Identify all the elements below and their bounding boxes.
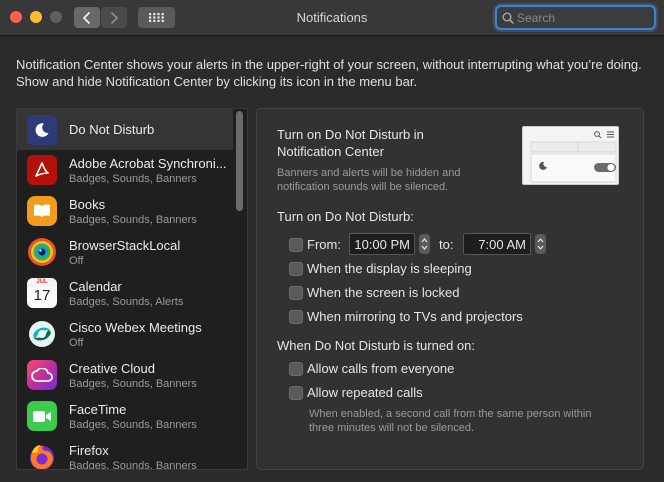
- forward-button[interactable]: [101, 7, 127, 28]
- close-window-button[interactable]: [10, 11, 22, 23]
- display-sleeping-label: When the display is sleeping: [307, 261, 472, 276]
- search-icon: [502, 12, 514, 24]
- app-notification-style: Badges, Sounds, Banners: [69, 378, 197, 390]
- allow-calls-everyone-label: Allow calls from everyone: [307, 361, 455, 376]
- list-item-cisco-webex[interactable]: Cisco Webex Meetings Off: [17, 314, 233, 355]
- title-bar: Notifications: [0, 0, 664, 36]
- list-item-browserstacklocal[interactable]: BrowserStackLocal Off: [17, 232, 233, 273]
- app-name: Books: [69, 197, 106, 212]
- allow-repeated-calls-checkbox[interactable]: [289, 386, 303, 400]
- from-checkbox[interactable]: [289, 238, 303, 252]
- list-scrollbar[interactable]: [235, 111, 244, 467]
- display-sleeping-checkbox[interactable]: [289, 262, 303, 276]
- facetime-icon: [27, 401, 57, 431]
- chevron-left-icon: [83, 11, 90, 24]
- books-icon: [27, 196, 57, 226]
- description-text: Notification Center shows your alerts in…: [16, 57, 642, 89]
- list-item-firefox[interactable]: Firefox Badges, Sounds, Banners: [17, 437, 233, 470]
- nc-toggle-title-line2: Notification Center: [277, 144, 384, 159]
- from-time-field[interactable]: 10:00 PM: [349, 233, 415, 255]
- app-name: Do Not Disturb: [69, 122, 155, 137]
- acrobat-icon: [27, 155, 57, 185]
- app-name: FaceTime: [69, 402, 127, 417]
- chevron-right-icon: [111, 11, 118, 24]
- to-label: to:: [439, 237, 454, 252]
- to-time-field[interactable]: 7:00 AM: [463, 233, 531, 255]
- schedule-section-label: Turn on Do Not Disturb:: [277, 209, 414, 224]
- allow-calls-everyone-checkbox[interactable]: [289, 362, 303, 376]
- allow-repeated-calls-label: Allow repeated calls: [307, 385, 423, 400]
- from-time-stepper[interactable]: [419, 234, 430, 254]
- list-item-adobe-acrobat[interactable]: Adobe Acrobat Synchroni... Badges, Sound…: [17, 150, 233, 191]
- mirroring-label: When mirroring to TVs and projectors: [307, 309, 523, 324]
- repeated-calls-description-line2: three minutes will not be silenced.: [309, 422, 475, 434]
- firefox-icon: [27, 442, 57, 469]
- app-name: Cisco Webex Meetings: [69, 320, 202, 335]
- stepper-arrows-icon: [537, 238, 544, 250]
- nc-toggle-description-line1: Banners and alerts will be hidden and: [277, 167, 461, 179]
- calendar-icon: JUL 17: [27, 278, 57, 308]
- minimize-window-button[interactable]: [30, 11, 42, 23]
- list-item-creative-cloud[interactable]: Creative Cloud Badges, Sounds, Banners: [17, 355, 233, 396]
- zoom-window-button[interactable]: [50, 11, 62, 23]
- app-notification-style: Badges, Sounds, Banners: [69, 419, 197, 431]
- app-name: Creative Cloud: [69, 361, 155, 376]
- screen-locked-label: When the screen is locked: [307, 285, 460, 300]
- nc-toggle-title-line1: Turn on Do Not Disturb in: [277, 127, 424, 142]
- list-item-calendar[interactable]: JUL 17 Calendar Badges, Sounds, Alerts: [17, 273, 233, 314]
- when-on-section-label: When Do Not Disturb is turned on:: [277, 338, 475, 353]
- app-name: BrowserStackLocal: [69, 238, 181, 253]
- list-scrollbar-thumb[interactable]: [236, 111, 243, 211]
- repeated-calls-description-line1: When enabled, a second call from the sam…: [309, 408, 592, 420]
- show-all-button[interactable]: [138, 7, 175, 28]
- calendar-icon-day: 17: [33, 287, 51, 304]
- creative-cloud-icon: [27, 360, 57, 390]
- app-list[interactable]: Do Not Disturb Adobe Acrobat Synchroni..…: [16, 108, 248, 470]
- nc-toggle-description-line2: notification sounds will be silenced.: [277, 181, 449, 193]
- browserstack-icon: [27, 237, 57, 267]
- do-not-disturb-panel: Turn on Do Not Disturb in Notification C…: [256, 108, 644, 470]
- screen-locked-checkbox[interactable]: [289, 286, 303, 300]
- app-name: Calendar: [69, 279, 122, 294]
- app-notification-style: Badges, Sounds, Banners: [69, 214, 197, 226]
- app-notification-style: Badges, Sounds, Alerts: [69, 296, 184, 308]
- app-name: Firefox: [69, 443, 109, 458]
- search-field[interactable]: [495, 5, 656, 30]
- search-input[interactable]: [517, 10, 647, 25]
- list-item-facetime[interactable]: FaceTime Badges, Sounds, Banners: [17, 396, 233, 437]
- back-button[interactable]: [74, 7, 100, 28]
- app-name: Adobe Acrobat Synchroni...: [69, 156, 227, 171]
- list-item-do-not-disturb[interactable]: Do Not Disturb: [17, 109, 233, 150]
- app-notification-style: Badges, Sounds, Banners: [69, 460, 197, 470]
- grid-icon: [149, 13, 164, 22]
- app-notification-style: Badges, Sounds, Banners: [69, 173, 197, 185]
- moon-icon: [27, 115, 57, 145]
- list-item-books[interactable]: Books Badges, Sounds, Banners: [17, 191, 233, 232]
- mirroring-checkbox[interactable]: [289, 310, 303, 324]
- app-notification-style: Off: [69, 337, 84, 349]
- app-notification-style: Off: [69, 255, 84, 267]
- stepper-arrows-icon: [421, 238, 428, 250]
- notification-center-preview: [522, 126, 619, 185]
- calendar-icon-month: JUL: [27, 278, 57, 287]
- from-label: From:: [307, 237, 341, 252]
- to-time-stepper[interactable]: [535, 234, 546, 254]
- webex-icon: [27, 319, 57, 349]
